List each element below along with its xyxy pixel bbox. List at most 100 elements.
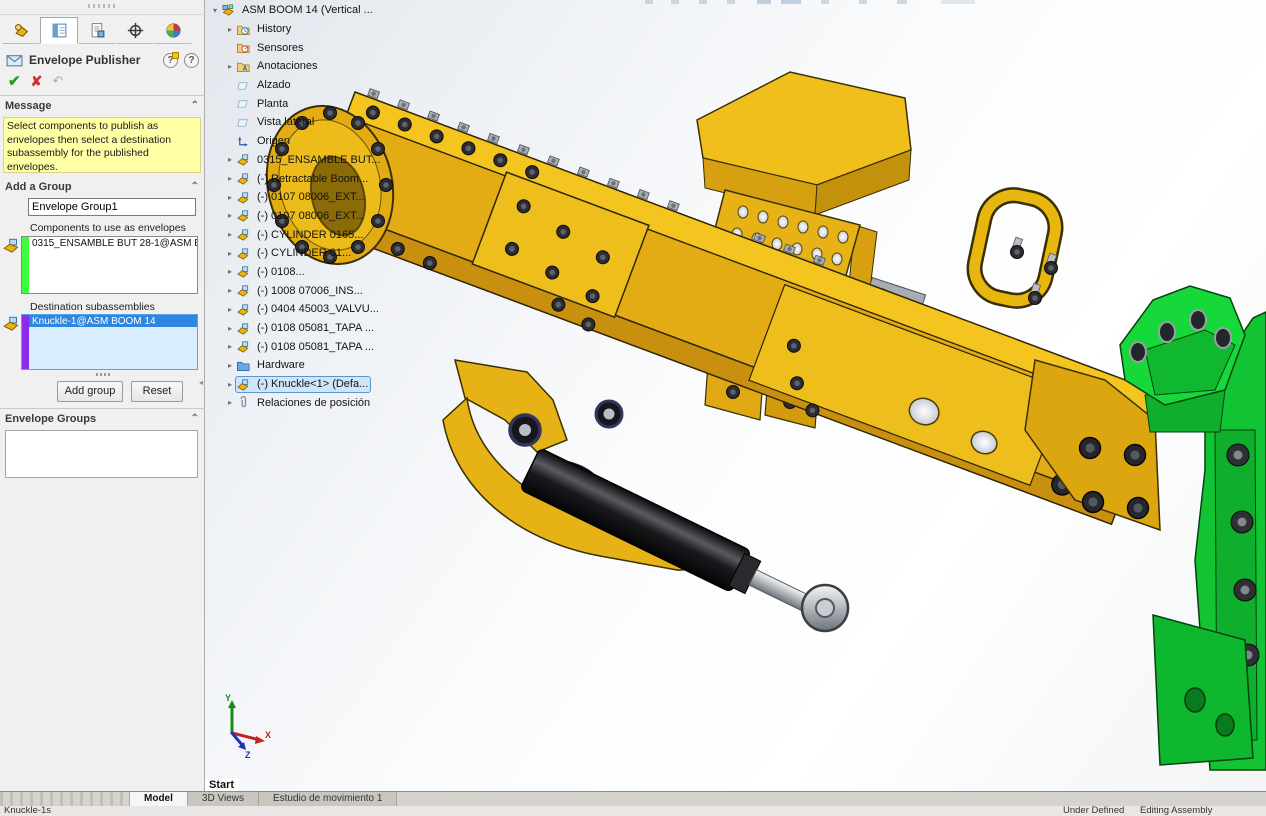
expand-arrow-icon[interactable]: ▸ bbox=[224, 155, 236, 164]
expand-arrow-icon[interactable]: ▸ bbox=[224, 230, 236, 239]
envelope-groups-list[interactable] bbox=[5, 430, 198, 478]
tree-item[interactable]: ▸ 0315_ENSAMBLE BUT... bbox=[209, 151, 439, 170]
tree-item-label: 0315_ENSAMBLE BUT... bbox=[255, 154, 383, 166]
doc-tab-model[interactable]: Model bbox=[130, 792, 188, 806]
tree-item[interactable]: ▸ (-) CYLINDER 01... bbox=[209, 244, 439, 263]
tree-item[interactable]: Vista lateral bbox=[209, 113, 439, 132]
ok-button[interactable]: ✔ bbox=[8, 72, 21, 90]
feature-tree: ▾ ASM BOOM 14 (Vertical ... ▸ History Sensor… bbox=[209, 1, 439, 412]
add-group-section-header[interactable]: Add a Group ⌃ bbox=[0, 179, 205, 196]
expand-arrow-icon[interactable]: ▾ bbox=[209, 6, 221, 15]
propertymanager-tab[interactable] bbox=[40, 17, 78, 44]
tree-item[interactable]: Alzado bbox=[209, 76, 439, 95]
sensors-folder-icon bbox=[236, 40, 251, 55]
envelope-groups-section-header[interactable]: Envelope Groups ⌃ bbox=[0, 411, 205, 428]
expand-arrow-icon[interactable]: ▸ bbox=[224, 398, 236, 407]
whats-wrong-help-icon[interactable]: ? bbox=[163, 53, 178, 68]
doc-tab-estudio-de-movimiento-1[interactable]: Estudio de movimiento 1 bbox=[259, 792, 398, 806]
panel-flyout-handle[interactable]: ◂ bbox=[199, 372, 205, 394]
help-icon[interactable]: ? bbox=[184, 53, 199, 68]
tree-item[interactable]: ▸(-) 0108... bbox=[209, 263, 439, 282]
tree-item[interactable]: ▸ (-) 0404 45003_VALVU... bbox=[209, 300, 439, 319]
tree-item[interactable]: Origen bbox=[209, 132, 439, 151]
list-resize-grip[interactable] bbox=[96, 373, 110, 376]
tree-item[interactable]: ▸Relaciones de posición bbox=[209, 393, 439, 412]
page-title: Envelope Publisher bbox=[29, 53, 157, 67]
expand-arrow-icon[interactable]: ▸ bbox=[224, 25, 236, 34]
expand-arrow-icon[interactable]: ▸ bbox=[224, 249, 236, 258]
dimxpert-crosshair-icon bbox=[127, 22, 144, 39]
expand-arrow-icon[interactable]: ▸ bbox=[224, 286, 236, 295]
message-header-label: Message bbox=[5, 100, 51, 112]
tree-item-label: (-) Retractable Boom... bbox=[255, 173, 370, 185]
tab-scroll-area[interactable] bbox=[0, 792, 130, 806]
panel-resize-grip[interactable] bbox=[88, 4, 116, 8]
reset-button[interactable]: Reset bbox=[131, 381, 183, 402]
expand-arrow-icon[interactable]: ▸ bbox=[224, 361, 236, 370]
tree-item[interactable]: Planta bbox=[209, 94, 439, 113]
configurationmanager-tab[interactable] bbox=[78, 17, 116, 44]
tree-item-label: (-) CYLINDER 01... bbox=[255, 247, 353, 259]
displaymanager-tab[interactable] bbox=[154, 17, 192, 44]
expand-arrow-icon[interactable]: ▸ bbox=[224, 211, 236, 220]
status-editing-assembly: Editing Assembly bbox=[1140, 805, 1212, 816]
tree-item[interactable]: ▸Hardware bbox=[209, 356, 439, 375]
tree-item-label: (-) 0404 45003_VALVU... bbox=[255, 303, 381, 315]
tree-item-label: ASM BOOM 14 (Vertical ... bbox=[240, 4, 375, 16]
tree-item[interactable]: ▸(-) 0107 08006_EXT... bbox=[209, 188, 439, 207]
tree-item[interactable]: ▸(-) Knuckle<1> (Defa... bbox=[209, 375, 439, 394]
message-section-header[interactable]: Message ⌃ bbox=[0, 98, 205, 115]
assembly-icon bbox=[221, 3, 236, 18]
annotations-folder-icon bbox=[236, 59, 251, 74]
tree-item[interactable]: ▸Anotaciones bbox=[209, 57, 439, 76]
tree-item[interactable]: ▸(-) CYLINDER 0165... bbox=[209, 225, 439, 244]
featuremanager-tab[interactable] bbox=[2, 17, 40, 44]
component-icon bbox=[236, 321, 251, 336]
components-selection-list[interactable]: 0315_ENSAMBLE BUT 28-1@ASM BOOM 14. bbox=[21, 236, 198, 294]
destination-color-swatch bbox=[22, 315, 29, 369]
cancel-button[interactable]: ✘ bbox=[31, 73, 43, 90]
tree-item[interactable]: ▸ (-) Retractable Boom... bbox=[209, 169, 439, 188]
tree-item-label: Vista lateral bbox=[255, 116, 316, 128]
tree-item[interactable]: ▾ ASM BOOM 14 (Vertical ... bbox=[209, 1, 439, 20]
tree-item[interactable]: ▸(-) 0108 05081_TAPA ... bbox=[209, 319, 439, 338]
plane-icon bbox=[236, 96, 251, 111]
tree-item[interactable]: ▸(-) 1008 07006_INS... bbox=[209, 281, 439, 300]
triad-y-label: Y bbox=[225, 693, 231, 703]
knuckle-green-part[interactable] bbox=[1120, 286, 1266, 770]
doc-tab-3d-views[interactable]: 3D Views bbox=[188, 792, 259, 806]
destination-selection-list[interactable]: Knuckle-1@ASM BOOM 14 bbox=[21, 314, 198, 370]
expand-arrow-icon[interactable]: ▸ bbox=[224, 305, 236, 314]
group-name-input[interactable] bbox=[28, 198, 196, 216]
component-icon bbox=[236, 208, 251, 223]
tree-item[interactable]: ▸(-) 0107 08006_EXT... bbox=[209, 207, 439, 226]
property-manager-panel: Envelope Publisher ? ? ✔ ✘ ↶ Message ⌃ S… bbox=[0, 0, 205, 792]
chevron-up-icon: ⌃ bbox=[191, 100, 199, 111]
tree-item[interactable]: Sensores bbox=[209, 38, 439, 57]
expand-arrow-icon[interactable]: ▸ bbox=[224, 380, 236, 389]
tree-item[interactable]: ▸ History bbox=[209, 20, 439, 39]
divider bbox=[0, 408, 205, 409]
tree-item-label: History bbox=[255, 23, 293, 35]
document-tab-bar: Model3D ViewsEstudio de movimiento 1 bbox=[0, 791, 1266, 806]
component-icon bbox=[236, 264, 251, 279]
add-group-button[interactable]: Add group bbox=[57, 381, 123, 402]
chevron-up-icon: ⌃ bbox=[191, 413, 199, 424]
property-manager-actions: ✔ ✘ ↶ bbox=[8, 72, 63, 90]
list-item[interactable]: 0315_ENSAMBLE BUT 28-1@ASM BOOM 14. bbox=[29, 237, 197, 249]
divider bbox=[0, 14, 205, 15]
expand-arrow-icon[interactable]: ▸ bbox=[224, 324, 236, 333]
expand-arrow-icon[interactable]: ▸ bbox=[224, 267, 236, 276]
list-item[interactable]: Knuckle-1@ASM BOOM 14 bbox=[29, 315, 197, 327]
envelope-publisher-icon bbox=[6, 53, 23, 68]
tree-item[interactable]: ▸(-) 0108 05081_TAPA ... bbox=[209, 337, 439, 356]
component-icon bbox=[236, 171, 251, 186]
dimxpertmanager-tab[interactable] bbox=[116, 17, 154, 44]
undo-button[interactable]: ↶ bbox=[52, 73, 63, 89]
divider bbox=[0, 95, 205, 96]
expand-arrow-icon[interactable]: ▸ bbox=[224, 342, 236, 351]
expand-arrow-icon[interactable]: ▸ bbox=[224, 174, 236, 183]
expand-arrow-icon[interactable]: ▸ bbox=[224, 62, 236, 71]
expand-arrow-icon[interactable]: ▸ bbox=[224, 193, 236, 202]
graphics-viewport[interactable]: Y X Z ▾ASM BOOM 14 (Vertical ...▸History… bbox=[205, 0, 1266, 792]
